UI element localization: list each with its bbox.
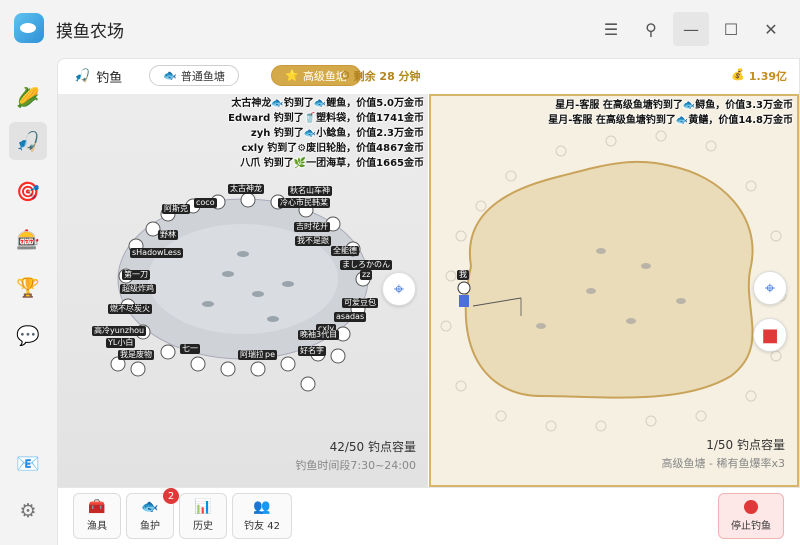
pond-info: 高级鱼塘 - 稀有鱼爆率x3 [661,457,785,470]
feed-item: cxly 钓到了⚙废旧轮胎，价值4867金币 [241,143,424,154]
player-tag: ましろかのん [340,260,392,270]
player-tag: 阿瑞拉 [238,350,266,360]
player-tag: 超级炸鸡 [120,284,156,294]
player-tag: 阿斯克 [162,204,190,214]
money-bag-icon: 💰 [731,68,745,81]
player-tag: 好名字 [298,346,326,356]
feed-item: 星月-客服 在高级鱼塘钓到了🐟鲟鱼，价值3.3万金币 [555,100,793,111]
feed-item: Edward 钓到了🥤塑料袋，价值1741金币 [228,113,424,124]
player-tag: YL小白 [106,338,136,348]
history-button-label: 历史 [193,521,213,532]
locate-button[interactable]: ⌖ [753,271,787,305]
player-tag: 我不是跟 [295,236,331,246]
settings-icon[interactable]: ⚙ [9,492,47,530]
player-tag: 野林 [158,230,178,240]
minimize-button[interactable]: — [673,12,709,46]
crosshair-icon: ⌖ [393,278,405,300]
main-panel: 🎣 钓鱼 🐟 普通鱼塘 ⭐ 高级鱼塘 ⏱ 剩余 28 分钟 💰 1.39亿 太古… [57,58,800,545]
fish-icon: 🐟 [141,499,159,515]
fishing-toolbar: 🎣 钓鱼 🐟 普通鱼塘 ⭐ 高级鱼塘 ⏱ 剩余 28 分钟 💰 1.39亿 [58,59,800,93]
page-title-label: 钓鱼 [96,71,123,86]
app-logo-icon [14,13,44,43]
close-button[interactable]: ✕ [753,12,789,46]
normal-pond-footer: 42/50 钓点容量 钓鱼时间段7:30~24:00 [295,438,416,473]
premium-pond-footer: 1/50 钓点容量 高级鱼塘 - 稀有鱼爆率x3 [662,436,785,471]
remaining-time: ⏱ 剩余 28 分钟 [341,68,421,84]
stop-cast-button[interactable]: ■ [753,318,787,352]
pin-icon[interactable]: ⚲ [633,12,669,46]
locate-button[interactable]: ⌖ [382,272,416,306]
player-tag: 七一 [180,344,200,354]
player-tag: sHadowLess [130,248,184,258]
stop-dot-icon [744,500,758,514]
page-title: 🎣 钓鱼 [74,67,122,86]
fish-keep-button-label: 鱼护 [140,521,160,532]
feed-item: 八爪 钓到了🌿一团海草，价值1665金币 [240,158,424,169]
friends-icon: 👥 [253,499,271,515]
feed-item: zyh 钓到了🐟小鲶鱼，价值2.3万金币 [250,128,424,139]
pond-hours: 钓鱼时间段7:30~24:00 [295,459,416,472]
maximize-button[interactable]: ☐ [713,12,749,46]
player-tag: coco [194,198,217,208]
player-tag: asadas [334,312,367,322]
my-player-tag: 我 [457,270,469,280]
menu-icon[interactable]: ☰ [593,12,629,46]
sidebar-item-slot[interactable]: 🎰 [9,220,47,258]
gear-button-label: 渔具 [87,521,107,532]
player-tag: 第一刀 [122,270,150,280]
normal-pond-view[interactable]: 太古神龙 秋名山车神 阿斯克 coco 冷心市民韩某 吉时花开 野林 我不是跟 … [58,94,428,487]
tab-normal-pond-label: 普通鱼塘 [180,69,225,83]
sidebar-item-fishing[interactable]: 🎣 [9,122,47,160]
sidebar-item-target[interactable]: 🎯 [9,172,47,210]
player-tag: 晚袖3代目 [298,330,340,340]
premium-pond-scene [440,130,787,432]
fish-keep-badge: 2 [163,488,179,504]
stop-square-icon: ■ [761,324,779,346]
catch-feed: 星月-客服 在高级鱼塘钓到了🐟鲟鱼，价值3.3万金币 星月-客服 在高级鱼塘钓到… [548,98,793,128]
player-tag: pe [263,350,277,360]
sidebar-item-farm[interactable]: 🌽 [9,78,47,116]
fishing-icon: 🎣 [74,69,91,84]
player-tag: 秋名山车神 [288,186,332,196]
pond-capacity: 1/50 钓点容量 [706,438,785,452]
stop-fishing-button[interactable]: 停止钓鱼 [718,493,784,539]
fishing-friends-button[interactable]: 👥 钓友 42 [232,493,292,539]
coin-balance-label: 1.39亿 [748,70,787,83]
player-tag: 我是废物 [118,350,154,360]
history-button[interactable]: 📊 历史 [179,493,227,539]
player-tag: 全能德 [331,246,359,256]
stopwatch-icon: ⏱ [341,69,350,82]
tab-normal-pond[interactable]: 🐟 普通鱼塘 [149,65,239,86]
fish-icon: 🐟 [163,69,177,82]
sidebar-item-mail[interactable]: 📧 [9,444,47,482]
player-tag: 冷心市民韩某 [278,198,330,208]
player-tag: 太古神龙 [228,184,264,194]
chart-icon: 📊 [194,499,212,515]
crosshair-icon: ⌖ [764,277,776,299]
stop-fishing-button-label: 停止钓鱼 [731,521,771,532]
sidebar-item-chat[interactable]: 💬 [9,316,47,354]
player-tag: zz [360,270,373,280]
pond-capacity: 42/50 钓点容量 [329,440,416,454]
fish-keep-button[interactable]: 🐟 鱼护 2 [126,488,179,539]
toolbox-icon: 🧰 [88,499,106,515]
coin-balance: 💰 1.39亿 [731,68,787,84]
player-tag: 可爱豆包 [342,298,378,308]
premium-pond-view[interactable]: 我 星月-客服 在高级鱼塘钓到了🐟鲟鱼，价值3.3万金币 星月-客服 在高级鱼塘… [429,94,799,487]
sidebar: 🌽 🎣 🎯 🎰 🏆 💬 📧 ⚙ [0,58,57,545]
catch-feed: 太古神龙🐟钓到了🐟鲤鱼，价值5.0万金币 Edward 钓到了🥤塑料袋，价值17… [228,96,424,171]
feed-item: 星月-客服 在高级鱼塘钓到了🐟黄鳝，价值14.8万金币 [548,115,793,126]
player-tag: 燃不尽炭火 [108,304,152,314]
title-bar: 摸鱼农场 ☰ ⚲ — ☐ ✕ [0,0,800,58]
player-tag: 吉时花开 [294,222,330,232]
sidebar-item-trophy[interactable]: 🏆 [9,268,47,306]
remaining-time-label: 剩余 28 分钟 [353,70,421,83]
fishing-friends-button-label: 钓友 42 [244,521,280,532]
star-icon: ⭐ [285,69,299,82]
app-title: 摸鱼农场 [56,22,124,42]
player-tag: 高冷yunzhou [92,326,147,336]
gear-button[interactable]: 🧰 渔具 [73,493,121,539]
feed-item: 太古神龙🐟钓到了🐟鲤鱼，价值5.0万金币 [231,98,424,109]
bottom-bar: 🧰 渔具 🐟 鱼护 2 📊 历史 👥 钓友 42 停止钓鱼 [58,487,800,545]
